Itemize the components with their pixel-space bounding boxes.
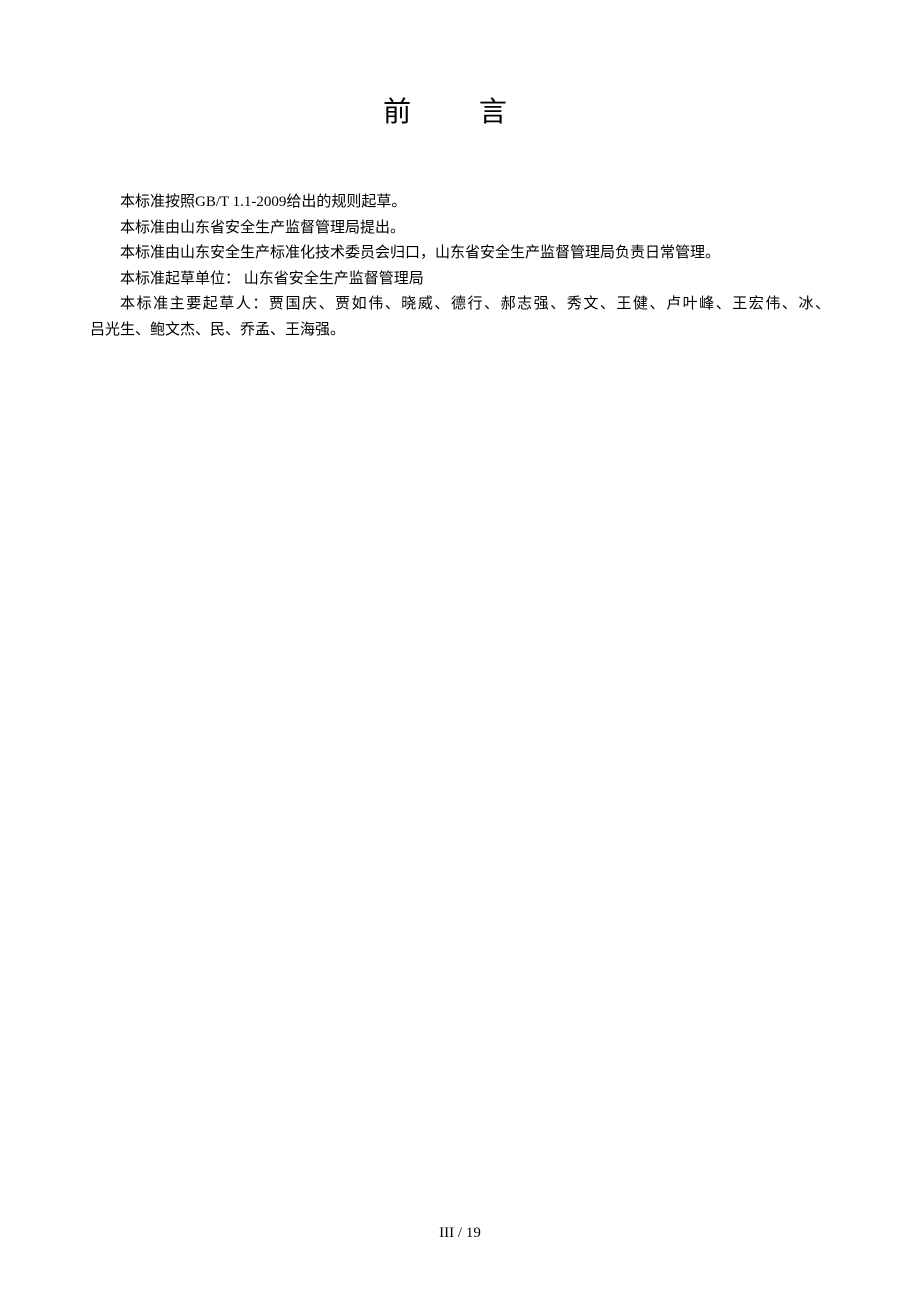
paragraph-rule-basis: 本标准按照GB/T 1.1-2009给出的规则起草。 <box>90 190 830 216</box>
paragraph-proposer: 本标准由山东省安全生产监督管理局提出。 <box>90 216 830 242</box>
content-body: 本标准按照GB/T 1.1-2009给出的规则起草。 本标准由山东省安全生产监督… <box>90 190 830 343</box>
page-separator: / <box>454 1225 466 1241</box>
paragraph-drafters-line1: 本标准主要起草人：贾国庆、贾如伟、晓威、德行、郝志强、秀文、王健、卢叶峰、王宏伟… <box>90 292 830 318</box>
page-title: 前 言 <box>90 90 830 130</box>
page-footer: III / 19 <box>0 1225 920 1242</box>
page-number-roman: III <box>439 1225 454 1241</box>
paragraph-drafting-unit: 本标准起草单位： 山东省安全生产监督管理局 <box>90 267 830 293</box>
document-page: 前 言 本标准按照GB/T 1.1-2009给出的规则起草。 本标准由山东省安全… <box>0 0 920 343</box>
paragraph-jurisdiction: 本标准由山东安全生产标准化技术委员会归口，山东省安全生产监督管理局负责日常管理。 <box>90 241 830 267</box>
paragraph-drafters-line2: 吕光生、鲍文杰、民、乔孟、王海强。 <box>90 318 830 344</box>
page-total: 19 <box>466 1225 481 1241</box>
